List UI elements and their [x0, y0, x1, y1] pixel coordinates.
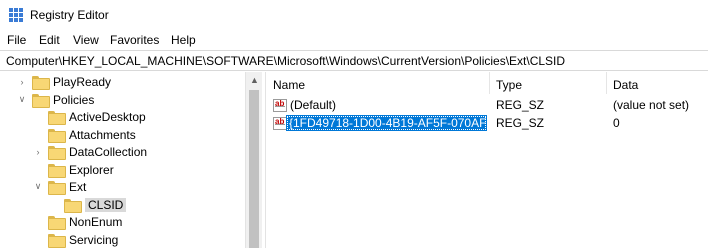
- value-data: (value not set): [613, 98, 690, 112]
- folder-icon: [48, 180, 66, 195]
- menu-help[interactable]: Help: [171, 33, 196, 47]
- folder-icon: [48, 233, 66, 248]
- tree-item-label: Attachments: [69, 127, 136, 142]
- folder-icon: [48, 145, 66, 160]
- folder-icon: [48, 110, 66, 125]
- column-divider[interactable]: [489, 72, 490, 94]
- folder-icon: [32, 75, 50, 90]
- folder-icon: [48, 163, 66, 178]
- menu-favorites[interactable]: Favorites: [110, 33, 159, 47]
- menu-file[interactable]: File: [7, 33, 26, 47]
- chevron-right-icon[interactable]: ›: [16, 73, 28, 90]
- tree-item-explorer[interactable]: Explorer: [32, 161, 114, 178]
- tree-item-label: Explorer: [69, 162, 114, 177]
- menu-edit[interactable]: Edit: [39, 33, 60, 47]
- title-bar: Registry Editor: [0, 0, 708, 30]
- scroll-up-arrow-icon[interactable]: ▲: [250, 75, 259, 85]
- tree-item-ext[interactable]: ∨ Ext: [32, 178, 86, 195]
- tree-scrollbar[interactable]: ▲: [245, 72, 262, 248]
- tree-item-label: DataCollection: [69, 144, 148, 159]
- tree-item-label: NonEnum: [69, 214, 123, 229]
- column-header-name[interactable]: Name: [273, 78, 305, 92]
- value-type: REG_SZ: [496, 116, 545, 130]
- column-divider[interactable]: [606, 72, 607, 94]
- registry-editor-icon: [9, 8, 23, 22]
- pane-splitter[interactable]: [262, 72, 266, 248]
- value-row[interactable]: ab (Default) REG_SZ (value not set): [267, 96, 708, 114]
- tree-item-label: PlayReady: [53, 74, 112, 89]
- column-header-data[interactable]: Data: [613, 78, 638, 92]
- value-name[interactable]: {1FD49718-1D00-4B19-AF5F-070AF6...: [286, 115, 487, 131]
- string-value-icon: ab: [273, 99, 287, 112]
- value-data: 0: [613, 116, 620, 130]
- tree-item-label: Policies: [53, 92, 95, 107]
- tree-item-label: CLSID: [85, 197, 127, 212]
- menu-view[interactable]: View: [73, 33, 99, 47]
- values-list: Name Type Data ab (Default) REG_SZ (valu…: [267, 72, 708, 248]
- scroll-thumb[interactable]: [249, 90, 259, 248]
- tree-item-datacollection[interactable]: › DataCollection: [32, 143, 147, 160]
- tree-item-label: ActiveDesktop: [69, 109, 146, 124]
- tree-item-label: Ext: [69, 179, 87, 194]
- tree-item-nonenum[interactable]: NonEnum: [32, 213, 122, 230]
- tree-item-label: Servicing: [69, 232, 119, 247]
- tree-item-activedesktop[interactable]: ActiveDesktop: [32, 108, 146, 125]
- address-bar[interactable]: Computer\HKEY_LOCAL_MACHINE\SOFTWARE\Mic…: [0, 50, 708, 71]
- folder-icon: [48, 215, 66, 230]
- menu-bar: File Edit View Favorites Help: [0, 30, 708, 50]
- folder-icon: [32, 93, 50, 108]
- folder-icon: [64, 198, 82, 213]
- address-path[interactable]: Computer\HKEY_LOCAL_MACHINE\SOFTWARE\Mic…: [6, 54, 565, 68]
- window-title: Registry Editor: [30, 8, 109, 22]
- string-value-icon: ab: [273, 117, 287, 130]
- tree-item-attachments[interactable]: Attachments: [32, 126, 136, 143]
- tree-item-playready[interactable]: › PlayReady: [16, 73, 111, 90]
- value-type: REG_SZ: [496, 98, 545, 112]
- key-tree: › PlayReady ∨ Policies ActiveDesktop Att…: [0, 72, 262, 248]
- tree-item-servicing[interactable]: Servicing: [32, 231, 118, 248]
- folder-icon: [48, 128, 66, 143]
- chevron-down-icon[interactable]: ∨: [16, 91, 28, 108]
- column-header-type[interactable]: Type: [496, 78, 522, 92]
- chevron-down-icon[interactable]: ∨: [32, 178, 44, 195]
- value-name: (Default): [290, 98, 337, 112]
- tree-item-policies[interactable]: ∨ Policies: [16, 91, 94, 108]
- chevron-right-icon[interactable]: ›: [32, 143, 44, 160]
- tree-item-clsid[interactable]: CLSID: [48, 196, 127, 213]
- value-row-selected[interactable]: ab {1FD49718-1D00-4B19-AF5F-070AF6... RE…: [267, 114, 708, 132]
